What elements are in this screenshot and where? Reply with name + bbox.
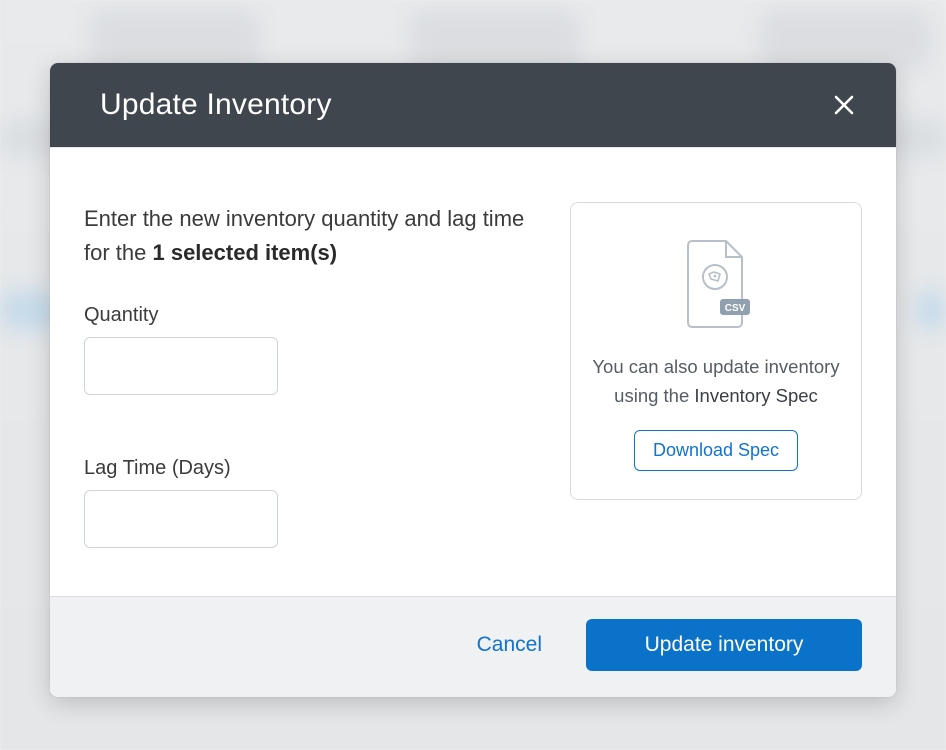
modal-header: Update Inventory: [50, 63, 896, 147]
close-icon: [832, 93, 856, 117]
modal-footer: Cancel Update inventory: [50, 596, 896, 697]
update-inventory-modal: Update Inventory Enter the new inventory…: [50, 63, 896, 697]
spec-column: CSV You can also update inventory using …: [570, 202, 862, 548]
csv-file-icon: CSV: [680, 239, 752, 331]
close-button[interactable]: [826, 87, 862, 123]
quantity-input[interactable]: [84, 337, 278, 395]
intro-selected-count: 1 selected item(s): [152, 240, 337, 265]
modal-body: Enter the new inventory quantity and lag…: [50, 147, 896, 596]
form-column: Enter the new inventory quantity and lag…: [84, 202, 530, 548]
quantity-label: Quantity: [84, 304, 530, 327]
download-spec-button[interactable]: Download Spec: [634, 430, 798, 471]
modal-title: Update Inventory: [100, 88, 332, 122]
quantity-field-group: Quantity: [84, 304, 530, 395]
modal-overlay: Update Inventory Enter the new inventory…: [0, 0, 946, 750]
csv-badge-text: CSV: [725, 303, 746, 314]
lagtime-field-group: Lag Time (Days): [84, 457, 530, 548]
update-inventory-button[interactable]: Update inventory: [586, 619, 862, 671]
intro-text: Enter the new inventory quantity and lag…: [84, 202, 530, 270]
spec-text-emph: Inventory Spec: [694, 385, 817, 406]
lagtime-input[interactable]: [84, 490, 278, 548]
lagtime-label: Lag Time (Days): [84, 457, 530, 480]
inventory-spec-box: CSV You can also update inventory using …: [570, 202, 862, 500]
cancel-button[interactable]: Cancel: [467, 625, 552, 665]
spec-text: You can also update inventory using the …: [589, 353, 843, 410]
